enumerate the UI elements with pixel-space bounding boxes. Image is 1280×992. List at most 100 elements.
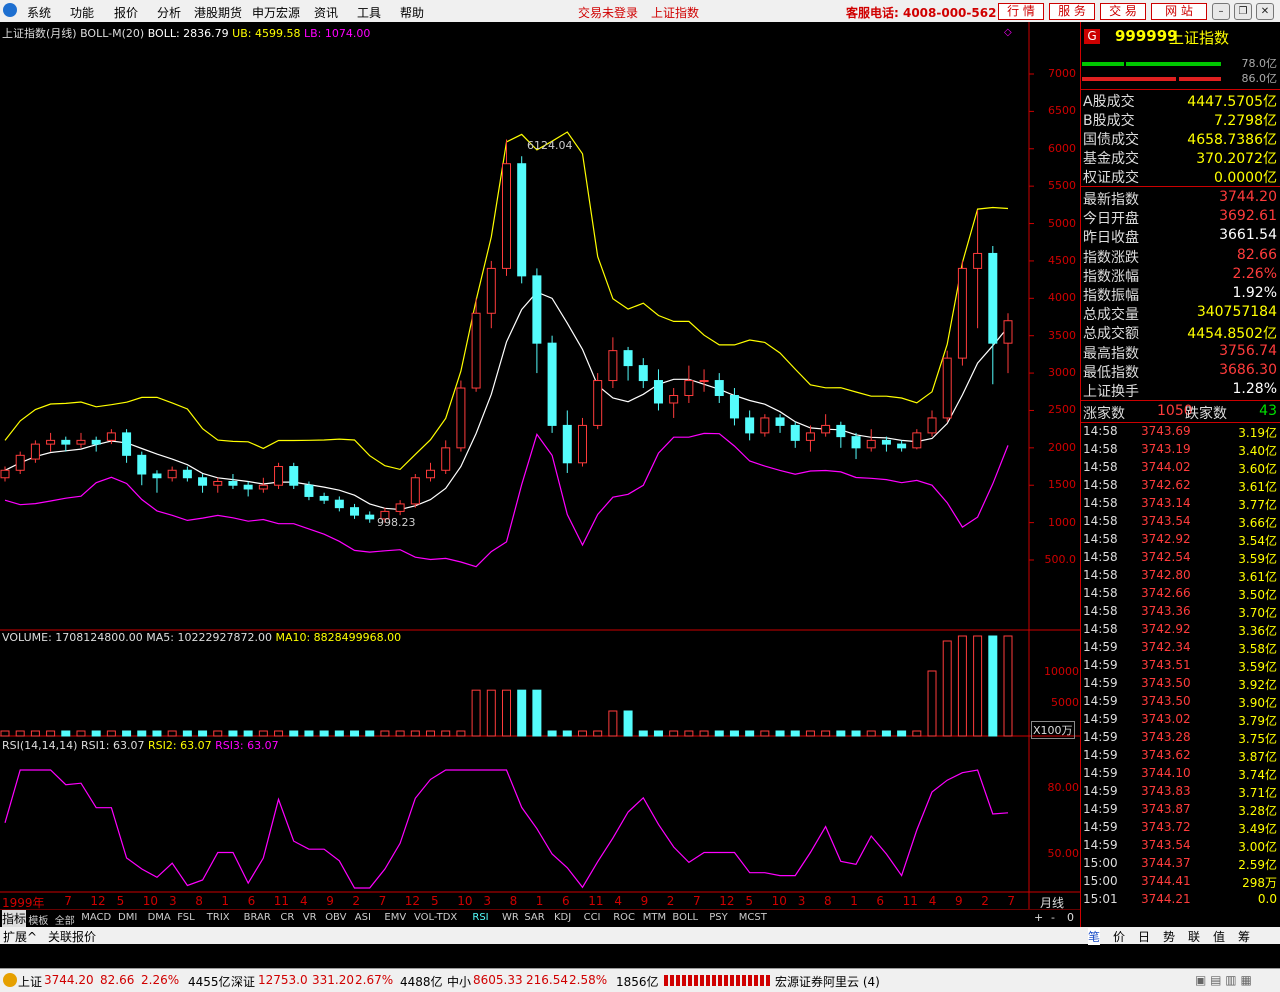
indicator-tab[interactable]: VOL-TDX <box>414 912 457 923</box>
volume-bar <box>350 730 360 737</box>
x-axis-label: 7 <box>1007 894 1016 908</box>
quote-panel-tab[interactable]: 势 <box>1163 928 1175 945</box>
tick-time: 14:59 <box>1083 802 1118 816</box>
quote-value: 3756.74 <box>1219 342 1277 359</box>
indicator-tab[interactable]: TRIX <box>207 912 230 923</box>
menu-item-quote[interactable]: 报价 <box>114 4 138 21</box>
zoom-in-button[interactable]: + <box>1034 911 1043 924</box>
indicator-tab[interactable]: WR <box>502 912 519 923</box>
menu-item-function[interactable]: 功能 <box>70 4 94 21</box>
main-chart-title: 上证指数(月线) BOLL-M(20) <box>2 27 145 40</box>
volume-bar <box>441 730 451 737</box>
indicator-tab[interactable]: OBV <box>325 912 346 923</box>
price-tick: 500.0 <box>1044 553 1077 566</box>
service-button[interactable]: 服 务 <box>1049 3 1095 20</box>
indicator-tab[interactable]: SAR <box>524 912 544 923</box>
indicator-tab[interactable]: CCI <box>584 912 601 923</box>
tick-price: 3742.62 <box>1141 478 1191 492</box>
tick-price: 3743.62 <box>1141 748 1191 762</box>
tick-time: 14:59 <box>1083 748 1118 762</box>
x-axis-label: 8 <box>509 894 518 908</box>
zoom-reset-button[interactable]: 0 <box>1067 911 1074 924</box>
sh-label: 上证 <box>18 975 43 989</box>
tick-amount: 3.49亿 <box>1238 822 1277 836</box>
candle-body <box>395 503 405 512</box>
volume-unit: X100万 <box>1031 721 1075 739</box>
tick-row: 15:00 3744.41 298万 <box>1083 874 1277 892</box>
quote-value: 2.26% <box>1232 265 1277 282</box>
indicator-tab[interactable]: BOLL <box>672 912 698 923</box>
indicator-tab[interactable]: VR <box>303 912 317 923</box>
candle-body <box>942 357 952 419</box>
tick-price: 3743.14 <box>1141 496 1191 510</box>
indicator-tab[interactable]: FSL <box>177 912 195 923</box>
indicator-tab[interactable]: BRAR <box>244 912 271 923</box>
volume-bar <box>805 730 815 737</box>
tick-amount: 3.74亿 <box>1238 768 1277 782</box>
candle-body <box>897 443 907 449</box>
quote-panel-tab[interactable]: 联 <box>1188 928 1200 945</box>
indicator-tab[interactable]: 全部 <box>55 912 75 927</box>
trade-button[interactable]: 交 易 <box>1100 3 1146 20</box>
indicator-tab[interactable]: DMA <box>148 912 171 923</box>
menu-item-analysis[interactable]: 分析 <box>157 4 181 21</box>
chart-area[interactable]: 上证指数(月线) BOLL-M(20) BOLL: 2836.79 UB: 45… <box>0 22 1080 910</box>
quotes-button[interactable]: 行 情 <box>998 3 1044 20</box>
indicator-tab[interactable]: ROC <box>613 912 635 923</box>
tick-time: 14:59 <box>1083 640 1118 654</box>
indicator-tab[interactable]: MCST <box>739 912 767 923</box>
menu-item-help[interactable]: 帮助 <box>400 4 424 21</box>
quote-panel-tab[interactable]: 笔 <box>1088 928 1101 945</box>
indicator-tab[interactable]: 模板 <box>28 912 48 927</box>
zoom-out-button[interactable]: - <box>1051 911 1055 924</box>
price-tick: 3500 <box>1048 328 1076 342</box>
tick-price: 3742.34 <box>1141 640 1191 654</box>
candle-body <box>486 267 496 314</box>
restore-icon[interactable]: ❐ <box>1234 3 1252 20</box>
menu-item-news[interactable]: 资讯 <box>314 4 338 21</box>
volume-bar <box>228 730 238 737</box>
menu-item-swhy[interactable]: 申万宏源 <box>252 4 300 21</box>
broker-server[interactable]: 宏源证券阿里云 (4) <box>775 973 880 990</box>
candle-body <box>213 480 223 486</box>
quote-panel-tab[interactable]: 筹 <box>1238 928 1250 945</box>
quote-panel-tab[interactable]: 价 <box>1113 928 1125 945</box>
tick-price: 3744.41 <box>1141 874 1191 888</box>
indicator-tab[interactable]: EMV <box>384 912 406 923</box>
panel-options-icon[interactable]: ◇ <box>1004 27 1012 38</box>
x-axis-label: 12 <box>90 894 106 908</box>
volume-bar <box>912 730 922 737</box>
indicator-tab[interactable]: KDJ <box>554 912 571 923</box>
x-axis-label: 4 <box>614 894 623 908</box>
quote-panel-tab[interactable]: 值 <box>1213 928 1225 945</box>
quote-row: 指数振幅 1.92% <box>1083 285 1277 304</box>
indicator-tab[interactable]: MTM <box>643 912 666 923</box>
candle-body <box>547 342 557 426</box>
menu-item-tools[interactable]: 工具 <box>357 4 381 21</box>
indicator-tab[interactable]: DMI <box>118 912 137 923</box>
minimize-icon[interactable]: – <box>1212 3 1230 20</box>
indicator-tab[interactable]: PSY <box>709 912 728 923</box>
menu-item-hk-futures[interactable]: 港股期货 <box>194 4 242 21</box>
status-icons[interactable]: ▣ ▤ ▥ ▦ <box>1195 973 1252 987</box>
rsi1-value: RSI1: 63.07 <box>80 739 145 752</box>
close-icon[interactable]: ✕ <box>1256 3 1274 20</box>
tick-amount: 3.19亿 <box>1238 426 1277 440</box>
indicator-tab[interactable]: ASI <box>355 912 371 923</box>
indicator-tab[interactable]: MACD <box>81 912 111 923</box>
menu-item-system[interactable]: 系统 <box>27 4 51 21</box>
bottom-tabs: 扩展^ 关联报价 <box>0 927 1080 944</box>
expand-tab[interactable]: 扩展^ <box>3 928 37 945</box>
indicator-tab[interactable]: CR <box>280 912 294 923</box>
green-bar <box>1082 62 1124 66</box>
related-quote-tab[interactable]: 关联报价 <box>48 928 96 945</box>
quote-panel-tab[interactable]: 日 <box>1138 928 1150 945</box>
indicator-tab[interactable]: 指标 <box>2 910 27 927</box>
indicator-tab[interactable]: RSI <box>472 912 488 923</box>
candle-body <box>577 424 587 464</box>
login-status[interactable]: 交易未登录 <box>578 4 638 21</box>
kline-chart-svg[interactable] <box>0 22 1080 910</box>
turnover-value: 4447.5705亿 <box>1187 94 1277 110</box>
tick-amount: 3.77亿 <box>1238 498 1277 512</box>
website-button[interactable]: 网 站 <box>1151 3 1207 20</box>
